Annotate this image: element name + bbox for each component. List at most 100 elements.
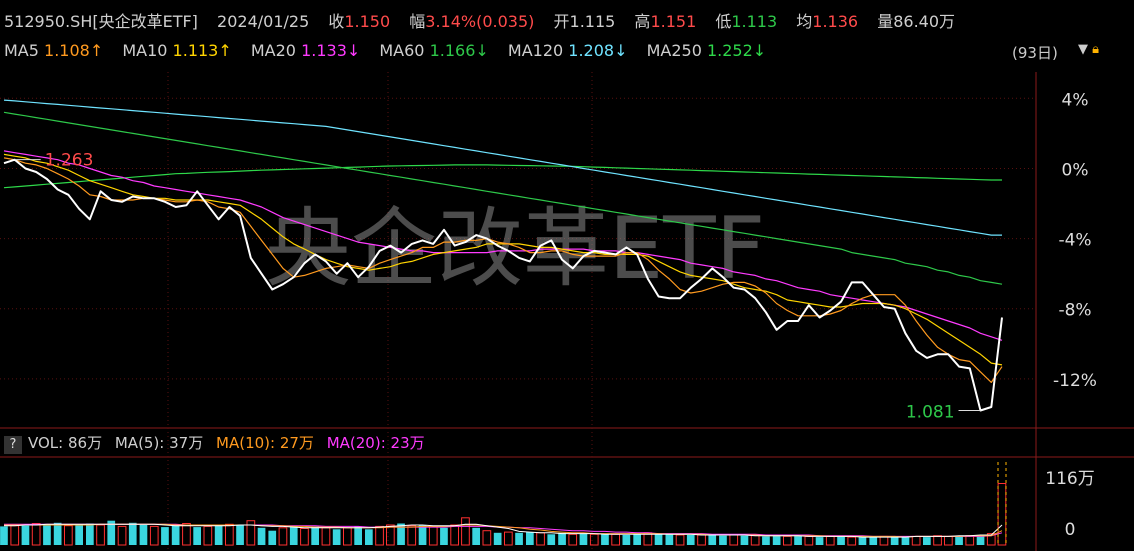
volume-bar-up — [997, 483, 1007, 546]
volume-bar-up — [300, 528, 309, 546]
volume-bar-down — [472, 527, 480, 545]
volume-bar-up — [64, 525, 73, 546]
vol-ma20: MA(20): 23万 — [326, 434, 425, 452]
volume-bar-up — [879, 535, 889, 546]
volume-bar-up — [149, 525, 159, 546]
volume-bar-up — [675, 534, 685, 546]
volume-bar-down — [526, 532, 534, 545]
volume-bar-down — [418, 525, 427, 545]
volume-bar-up — [944, 535, 953, 546]
volume-tick-label: 0 — [1065, 520, 1076, 540]
volume-bar-up — [278, 527, 288, 546]
volume-bar-down — [53, 522, 62, 545]
volume-bar-down — [858, 537, 867, 545]
low-annotation: 1.081 — [906, 402, 955, 422]
volume-bar-up — [729, 534, 739, 546]
volume-axis: 116万 0 — [1045, 469, 1094, 540]
volume-bar-down — [665, 534, 674, 545]
volume-bar-up — [504, 531, 513, 546]
volume-bar-down — [890, 537, 899, 545]
high-annotation: 1.263 — [45, 151, 94, 171]
volume-bar-down — [772, 535, 781, 545]
volume-bar-down — [257, 527, 266, 545]
volume-bar-down — [161, 527, 169, 545]
volume-bar-up — [611, 533, 620, 546]
volume-bar-up — [450, 524, 459, 546]
price-tick-label: -12% — [1053, 371, 1097, 391]
volume-bar-up — [825, 535, 835, 546]
price-tick-label: -4% — [1058, 231, 1091, 251]
vol-ma5: MA(5): 37万 — [114, 434, 204, 452]
volume-bar-down — [601, 534, 609, 545]
volume-bar-down — [633, 534, 641, 545]
vol-ma10: MA(10): 27万 — [216, 434, 314, 452]
volume-bar-up — [428, 525, 438, 546]
volume-bar-up — [182, 523, 191, 546]
volume-bar-down — [815, 537, 824, 545]
volume-bar-down — [0, 526, 8, 545]
volume-bar-down — [708, 535, 717, 545]
volume-bar-up — [10, 525, 20, 546]
volume-bar-down — [214, 525, 223, 545]
volume-bar-down — [515, 532, 523, 545]
volume-bar-down — [762, 536, 770, 545]
volume-bar-up — [225, 523, 234, 546]
volume-bar-down — [86, 523, 94, 545]
volume-bar-up — [697, 534, 706, 546]
volume-bar-up — [933, 535, 942, 546]
help-icon[interactable]: ? — [4, 436, 22, 454]
price-tick-label: 0% — [1062, 160, 1089, 180]
volume-bar-up — [847, 536, 857, 546]
chart-grid — [0, 72, 1134, 551]
price-tick-label: 4% — [1062, 90, 1089, 110]
volume-bar-down — [686, 535, 695, 545]
volume-bar-down — [740, 535, 749, 545]
price-axis: 4% 0% -4% -8% -12% — [1053, 90, 1097, 391]
volume-bar-up — [783, 535, 792, 546]
volume-bar-up — [246, 520, 256, 546]
volume-bar-down — [901, 536, 910, 545]
volume-bar-up — [343, 527, 352, 546]
volume-tick-label: 116万 — [1045, 469, 1094, 489]
volume-bar-up — [750, 534, 760, 546]
volume-bar-down — [128, 522, 137, 545]
volume-bar-up — [461, 517, 470, 546]
volume-bar-down — [236, 525, 244, 545]
volume-bar-up — [31, 523, 41, 546]
volume-bar-down — [654, 533, 663, 545]
volume-bar-up — [96, 524, 105, 546]
watermark: 央企改革ETF — [265, 199, 765, 299]
volume-bar-down — [869, 537, 878, 545]
volume-bar-up — [965, 535, 975, 546]
volume-bar-down — [622, 535, 631, 545]
volume-bar-up — [117, 525, 127, 546]
volume-bar-down — [354, 526, 362, 545]
volume-bar-down — [365, 529, 373, 545]
volume-bar-down — [332, 529, 341, 545]
volume-bar-up — [375, 525, 384, 546]
volume-bar-up — [407, 525, 417, 546]
volume-bar-up — [804, 535, 814, 546]
volume-bar-down — [43, 524, 51, 546]
volume-bar-down — [311, 526, 319, 545]
volume-bar-up — [321, 527, 331, 546]
vol-value: VOL: 86万 — [28, 434, 103, 452]
volume-bar-down — [719, 535, 727, 545]
volume-bar-up — [203, 525, 213, 546]
kline-chart: 央企改革ETF 4% 0% -4% -8% -12% 1.263 1.081 116万 0 — [0, 72, 1134, 551]
volume-bar-down — [923, 537, 931, 545]
volume-bar-down — [493, 532, 502, 545]
volume-bar-up — [568, 533, 578, 546]
volume-bar-down — [558, 532, 566, 545]
volume-bar-down — [794, 535, 802, 545]
volume-bar-down — [171, 525, 180, 545]
volume-bar-down — [139, 525, 148, 545]
volume-bar-up — [536, 532, 545, 546]
volume-bar-down — [268, 530, 277, 545]
volume-bar-down — [193, 527, 201, 545]
volume-bar-down — [75, 525, 83, 545]
volume-bar-up — [589, 533, 599, 546]
volume-bar-down — [440, 527, 448, 545]
price-tick-label: -8% — [1058, 301, 1091, 321]
volume-bar-down — [21, 525, 30, 545]
